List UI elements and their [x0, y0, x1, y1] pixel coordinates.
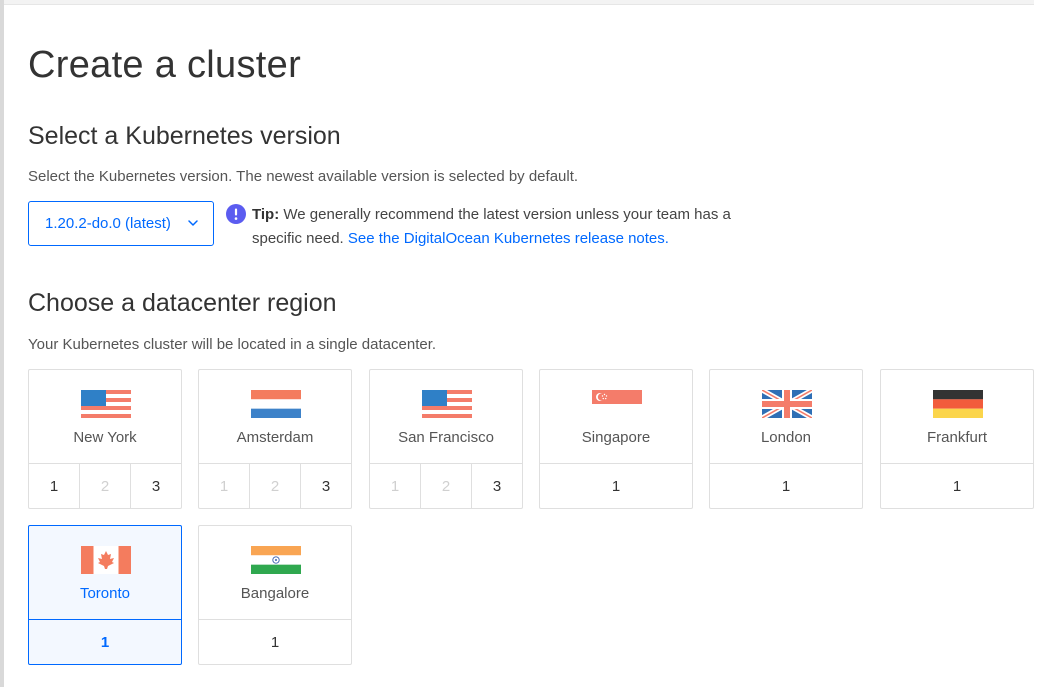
region-card-san-francisco[interactable]: San Francisco 1 2 3	[369, 369, 523, 509]
region-card-frankfurt[interactable]: Frankfurt 1	[880, 369, 1034, 509]
page-title: Create a cluster	[28, 44, 302, 86]
singapore-flag-icon	[592, 390, 642, 418]
chevron-down-icon	[188, 220, 198, 226]
datacenter-option: 1	[390, 477, 400, 495]
top-bar-edge	[4, 0, 1034, 5]
datacenter-option: 2	[249, 464, 300, 508]
region-section-title: Choose a datacenter region	[28, 289, 337, 317]
datacenter-option[interactable]: 1	[199, 620, 351, 664]
datacenter-options: 1	[710, 463, 862, 508]
version-section-description: Select the Kubernetes version. The newes…	[28, 168, 579, 185]
uk-flag-icon	[762, 390, 812, 418]
region-card-toronto[interactable]: Toronto 1	[28, 525, 182, 665]
region-name: Toronto	[79, 585, 131, 602]
region-name: Amsterdam	[236, 429, 314, 446]
datacenter-option: 2	[79, 464, 130, 508]
kubernetes-version-value: 1.20.2-do.0 (latest)	[45, 215, 171, 232]
datacenter-options: 1	[540, 463, 692, 508]
info-exclamation-icon	[226, 204, 246, 224]
tip-label: Tip:	[252, 206, 280, 223]
datacenter-options: 1	[881, 463, 1033, 508]
datacenter-options: 1	[199, 619, 351, 664]
region-name: Singapore	[581, 429, 651, 446]
region-card-bangalore[interactable]: Bangalore 1	[198, 525, 352, 665]
india-flag-icon	[251, 546, 301, 574]
datacenter-options: 1 2 3	[199, 463, 351, 508]
datacenter-option-selected[interactable]: 1	[29, 620, 181, 664]
region-name: San Francisco	[398, 429, 494, 446]
datacenter-options: 1	[29, 619, 181, 664]
region-name: Bangalore	[240, 585, 310, 602]
region-card-london[interactable]: London 1	[709, 369, 863, 509]
region-name: London	[760, 429, 812, 446]
us-flag-icon	[422, 390, 472, 418]
region-card-amsterdam[interactable]: Amsterdam 1 2 3	[198, 369, 352, 509]
us-flag-icon	[81, 390, 131, 418]
canada-flag-icon	[81, 546, 131, 574]
release-notes-link[interactable]: See the DigitalOcean Kubernetes release …	[348, 230, 669, 247]
germany-flag-icon	[933, 390, 983, 418]
datacenter-options: 1 2 3	[29, 463, 181, 508]
datacenter-option[interactable]: 3	[300, 464, 351, 508]
datacenter-option[interactable]: 1	[710, 464, 862, 508]
datacenter-option[interactable]: 1	[540, 464, 692, 508]
left-border	[0, 0, 4, 687]
region-name: New York	[73, 429, 137, 446]
datacenter-option[interactable]: 3	[471, 464, 522, 508]
version-tip: Tip: We generally recommend the latest v…	[252, 203, 742, 251]
netherlands-flag-icon	[251, 390, 301, 418]
kubernetes-version-dropdown[interactable]: 1.20.2-do.0 (latest)	[28, 201, 214, 246]
datacenter-option[interactable]: 1	[29, 464, 79, 508]
region-card-new-york[interactable]: New York 1 2 3	[28, 369, 182, 509]
datacenter-option: 2	[420, 464, 471, 508]
version-section-title: Select a Kubernetes version	[28, 122, 341, 150]
region-card-singapore[interactable]: Singapore 1	[539, 369, 693, 509]
datacenter-option[interactable]: 3	[130, 464, 181, 508]
region-name: Frankfurt	[926, 429, 987, 446]
datacenter-options: 1 2 3	[370, 463, 522, 508]
region-section-description: Your Kubernetes cluster will be located …	[28, 336, 437, 353]
datacenter-option: 1	[219, 477, 229, 495]
datacenter-option[interactable]: 1	[881, 464, 1033, 508]
